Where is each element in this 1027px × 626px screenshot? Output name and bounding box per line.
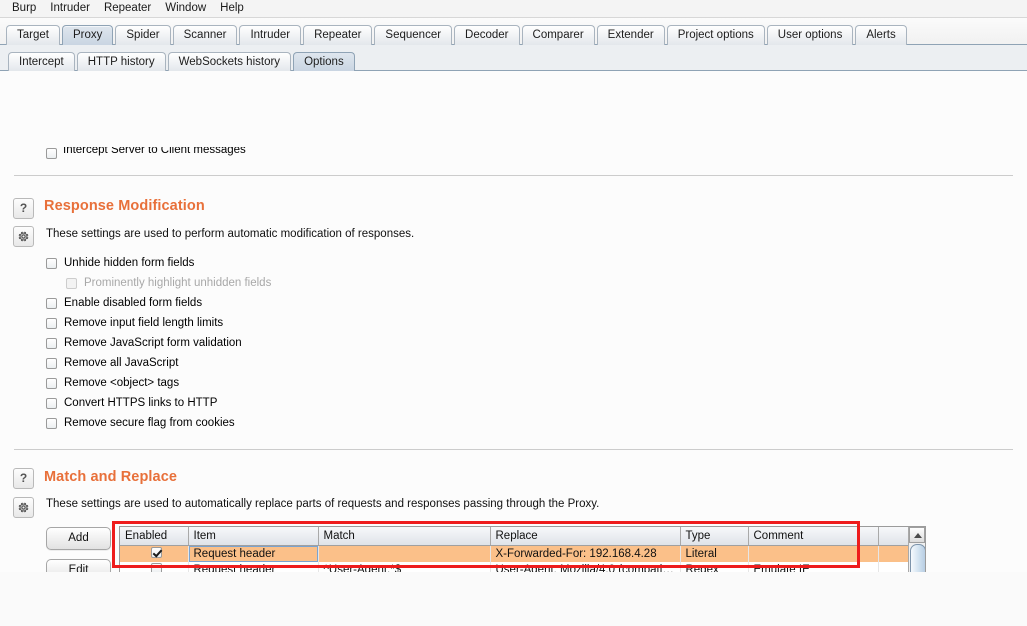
intercept-server-to-client-label: Intercept Server to Client messages	[63, 147, 246, 156]
row-spacer	[878, 545, 910, 562]
column-header-comment[interactable]: Comment	[748, 527, 879, 546]
tab-user-options[interactable]: User options	[766, 25, 854, 45]
intercept-server-to-client-checkbox[interactable]	[46, 147, 57, 159]
add-button[interactable]: Add	[46, 527, 111, 550]
checkbox-prominently-highlight-unhidden-fields	[66, 277, 77, 289]
response-modification-title: Response Modification	[44, 198, 205, 214]
intercept-server-to-client-row[interactable]: Intercept Server to Client messages	[46, 147, 246, 159]
tab-target[interactable]: Target	[6, 25, 60, 45]
subtab-websockets-history[interactable]: WebSockets history	[167, 52, 292, 71]
option-remove-input-field-length-limits[interactable]: Remove input field length limits	[46, 317, 223, 329]
response-modification-help-icon[interactable]: ?	[13, 198, 34, 219]
subtab-options[interactable]: Options	[293, 52, 355, 71]
checkbox-remove-input-field-length-limits[interactable]	[46, 317, 57, 329]
option-label: Remove all JavaScript	[64, 357, 179, 369]
table-header-row: Enabled Item Match Replace Type Comment	[120, 527, 910, 546]
tab-scanner[interactable]: Scanner	[172, 25, 238, 45]
column-header-type[interactable]: Type	[680, 527, 749, 546]
option-convert-https-links-to-http[interactable]: Convert HTTPS links to HTTP	[46, 397, 217, 409]
checkbox-remove-object-tags[interactable]	[46, 377, 57, 389]
tab-proxy[interactable]: Proxy	[61, 25, 114, 45]
menu-item-intruder[interactable]: Intruder	[43, 0, 97, 17]
row-enabled-checkbox-cell[interactable]	[120, 545, 189, 562]
row-type[interactable]: Literal	[680, 545, 749, 562]
table-row[interactable]: Request header X-Forwarded-For: 192.168.…	[120, 545, 910, 562]
sub-tab-bar: Intercept HTTP history WebSockets histor…	[0, 45, 1027, 71]
column-header-replace[interactable]: Replace	[490, 527, 681, 546]
match-and-replace-description: These settings are used to automatically…	[46, 498, 600, 510]
response-modification-description: These settings are used to perform autom…	[46, 228, 415, 240]
column-header-spacer	[878, 527, 910, 546]
checkbox-convert-https-links-to-http[interactable]	[46, 397, 57, 409]
option-label: Remove input field length limits	[64, 317, 224, 329]
row-item[interactable]: Request header	[188, 545, 319, 562]
option-label: Unhide hidden form fields	[64, 257, 195, 269]
response-modification-gear-icon[interactable]	[13, 226, 34, 247]
tab-comparer[interactable]: Comparer	[521, 25, 595, 45]
checkbox-remove-all-javascript[interactable]	[46, 357, 57, 369]
checkbox-enable-disabled-form-fields[interactable]	[46, 297, 57, 309]
tab-sequencer[interactable]: Sequencer	[374, 25, 453, 45]
tab-alerts[interactable]: Alerts	[855, 25, 907, 45]
option-label: Enable disabled form fields	[64, 297, 203, 309]
menu-bar: Burp Intruder Repeater Window Help	[0, 0, 1027, 18]
column-header-match[interactable]: Match	[318, 527, 491, 546]
section-divider-2	[14, 449, 1013, 450]
option-label: Prominently highlight unhidden fields	[84, 277, 272, 289]
option-remove-secure-flag-from-cookies[interactable]: Remove secure flag from cookies	[46, 417, 235, 429]
options-content-panel: Intercept Server to Client messages ? Re…	[0, 71, 1027, 591]
row-replace[interactable]: X-Forwarded-For: 192.168.4.28	[490, 545, 681, 562]
tab-spider[interactable]: Spider	[115, 25, 171, 45]
match-and-replace-help-icon[interactable]: ?	[13, 468, 34, 489]
checkbox-unhide-hidden-form-fields[interactable]	[46, 257, 57, 269]
checkbox-remove-javascript-form-validation[interactable]	[46, 337, 57, 349]
subtab-http-history[interactable]: HTTP history	[76, 52, 166, 71]
menu-item-help[interactable]: Help	[213, 0, 251, 17]
row-comment[interactable]	[748, 545, 879, 562]
tab-decoder[interactable]: Decoder	[454, 25, 520, 45]
column-header-enabled[interactable]: Enabled	[120, 527, 189, 546]
match-and-replace-gear-icon[interactable]	[13, 497, 34, 518]
checkbox-remove-secure-flag-from-cookies[interactable]	[46, 417, 57, 429]
option-remove-object-tags[interactable]: Remove <object> tags	[46, 377, 179, 389]
option-label: Convert HTTPS links to HTTP	[64, 397, 218, 409]
option-label: Remove secure flag from cookies	[64, 417, 235, 429]
menu-item-repeater[interactable]: Repeater	[97, 0, 158, 17]
option-prominently-highlight-unhidden-fields: Prominently highlight unhidden fields	[66, 277, 271, 289]
column-header-item[interactable]: Item	[188, 527, 319, 546]
main-tab-bar: Target Proxy Spider Scanner Intruder Rep…	[0, 18, 1027, 45]
option-label: Remove JavaScript form validation	[64, 337, 242, 349]
option-remove-all-javascript[interactable]: Remove all JavaScript	[46, 357, 178, 369]
row-enabled-checkbox[interactable]	[150, 547, 162, 558]
scroll-up-arrow-icon[interactable]	[909, 527, 925, 543]
option-label: Remove <object> tags	[64, 377, 180, 389]
tab-project-options[interactable]: Project options	[666, 25, 765, 45]
match-and-replace-title: Match and Replace	[44, 469, 178, 485]
section-divider-1	[14, 175, 1013, 176]
menu-item-window[interactable]: Window	[158, 0, 213, 17]
bottom-filler-bar	[0, 572, 1027, 591]
menu-item-burp[interactable]: Burp	[5, 0, 43, 17]
row-match[interactable]	[318, 545, 491, 562]
tab-extender[interactable]: Extender	[596, 25, 665, 45]
subtab-intercept[interactable]: Intercept	[8, 52, 75, 71]
option-remove-javascript-form-validation[interactable]: Remove JavaScript form validation	[46, 337, 242, 349]
tab-intruder[interactable]: Intruder	[239, 25, 302, 45]
option-unhide-hidden-form-fields[interactable]: Unhide hidden form fields	[46, 257, 194, 269]
option-enable-disabled-form-fields[interactable]: Enable disabled form fields	[46, 297, 202, 309]
tab-repeater[interactable]: Repeater	[303, 25, 373, 45]
